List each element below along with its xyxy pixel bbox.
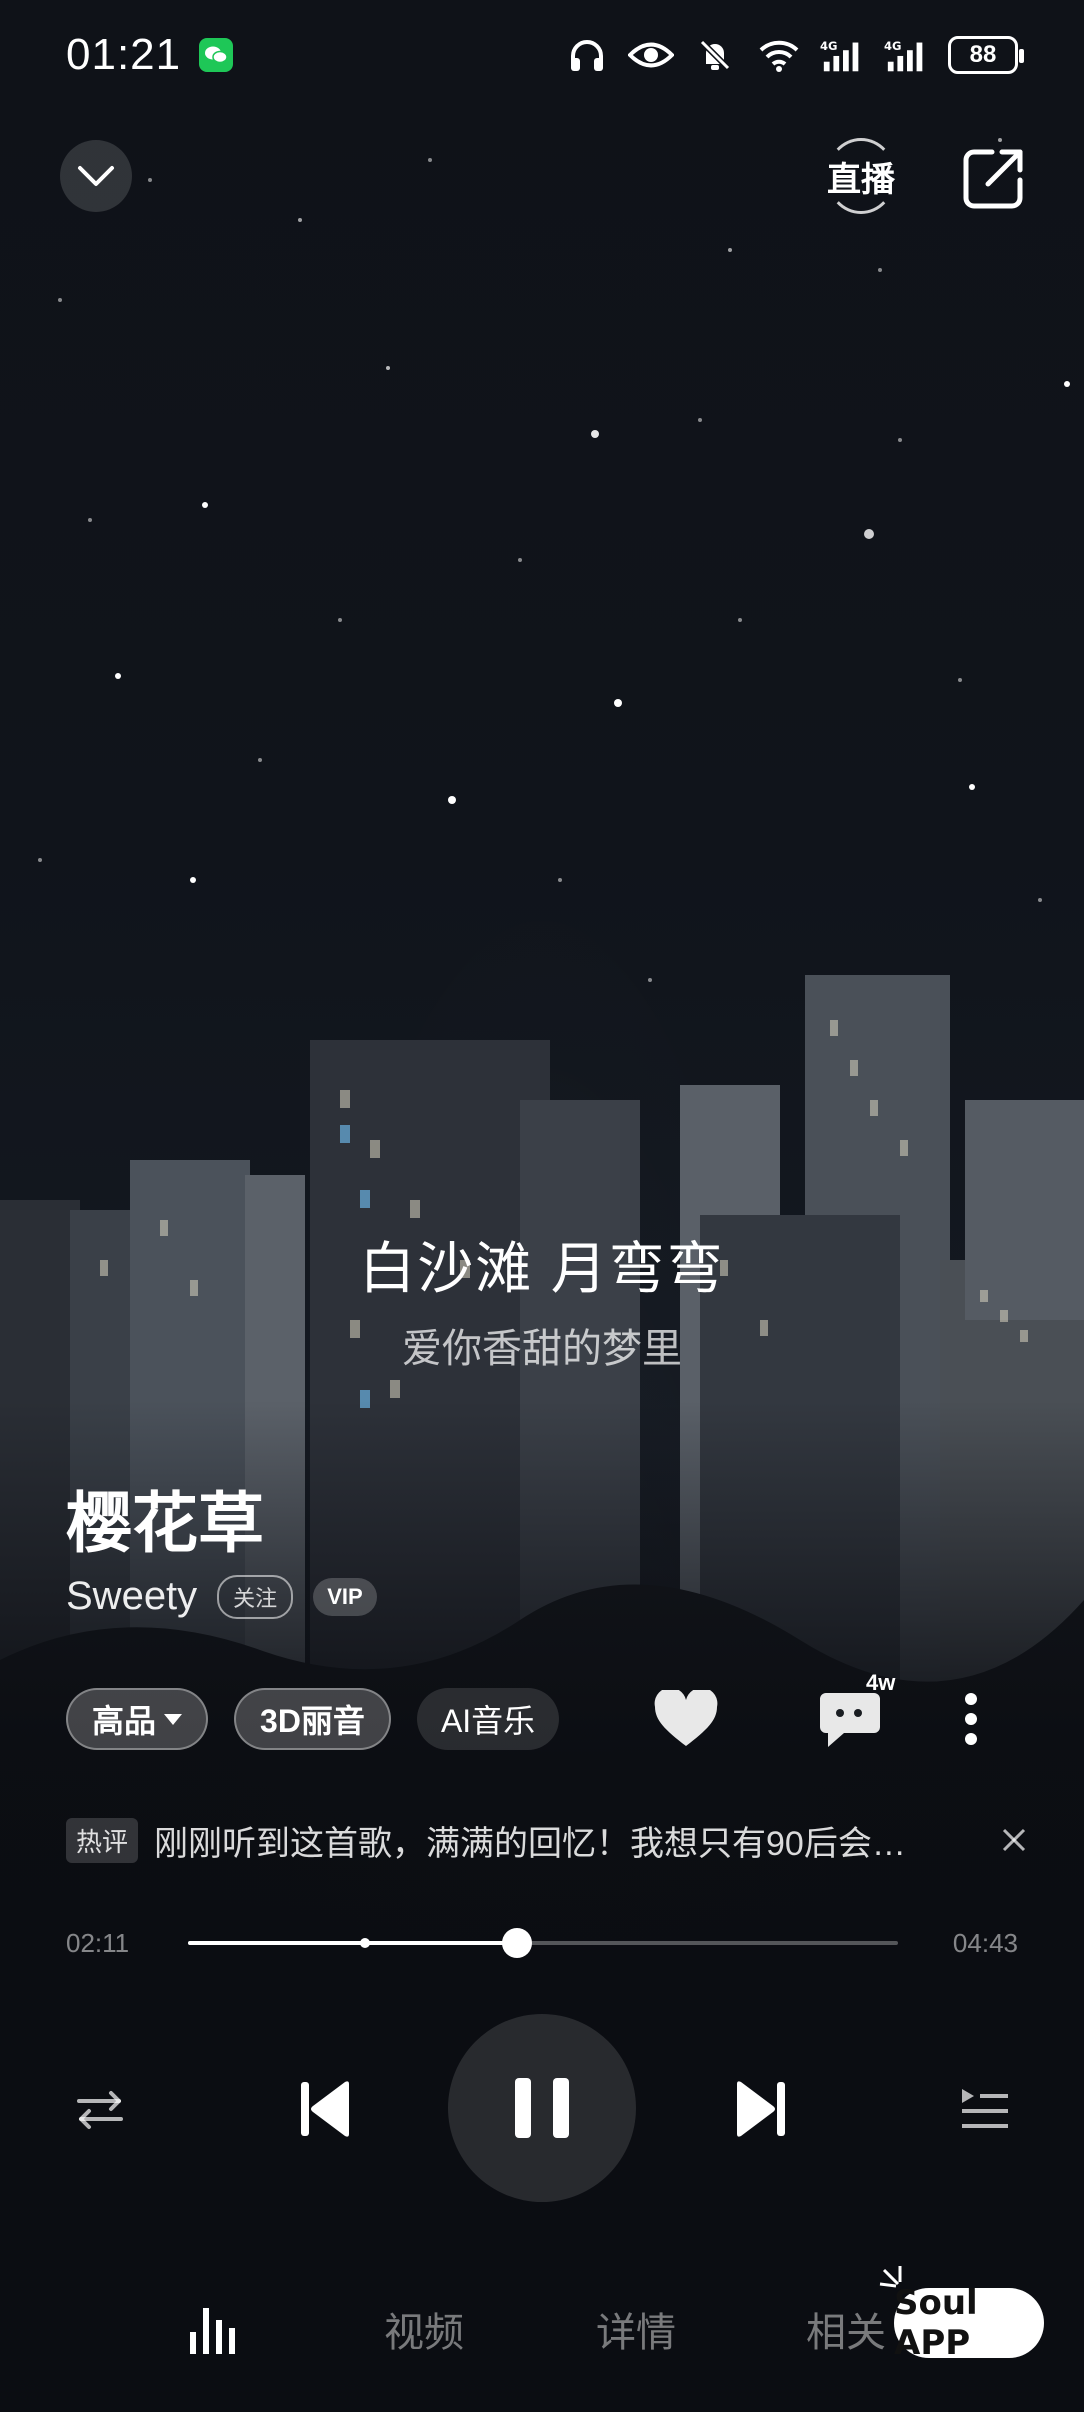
elapsed-time: 02:11	[66, 1928, 130, 1958]
wechat-notification-icon	[199, 38, 234, 72]
svg-text:4G: 4G	[820, 39, 837, 53]
player-top-bar: 直播	[0, 138, 1084, 220]
signal-4g-icon: 4G	[820, 37, 866, 73]
signal-4g-icon-2: 4G	[884, 37, 930, 73]
song-title: 樱花草	[66, 1486, 264, 1560]
next-track-button[interactable]	[730, 2078, 792, 2140]
close-icon	[1002, 1828, 1026, 1852]
vip-badge: VIP	[313, 1577, 377, 1616]
mute-bell-icon	[692, 37, 738, 73]
artist-row: Sweety 关注 VIP	[66, 1574, 377, 1619]
battery-indicator: 88	[948, 36, 1024, 74]
hot-comment-banner[interactable]: 热评 刚刚听到这首歌，满满的回忆！我想只有90后会…	[66, 1812, 1034, 1868]
status-time: 01:21	[66, 30, 182, 79]
share-button[interactable]	[962, 146, 1026, 210]
playlist-button[interactable]	[955, 2084, 1015, 2134]
playlist-icon	[962, 2089, 1008, 2128]
pause-icon	[515, 2078, 569, 2138]
hot-comment-text[interactable]: 刚刚听到这首歌，满满的回忆！我想只有90后会…	[154, 1816, 972, 1865]
progress-slider[interactable]	[188, 1928, 898, 1958]
comment-count: 4w	[866, 1670, 896, 1695]
live-button[interactable]: 直播	[822, 138, 900, 214]
live-ring-icon	[826, 138, 896, 214]
heart-icon	[654, 1690, 718, 1746]
audio-quality-selector[interactable]: 高品	[66, 1688, 209, 1750]
eye-comfort-icon	[628, 37, 674, 73]
tab-details[interactable]: 详情	[596, 2300, 676, 2358]
like-button[interactable]	[650, 1686, 722, 1752]
tab-player[interactable]	[188, 2306, 244, 2356]
playback-controls	[0, 2014, 1084, 2204]
close-hot-comment-button[interactable]	[994, 1820, 1034, 1860]
soul-app-watermark: Soul APP	[894, 2283, 1044, 2363]
repeat-icon	[77, 2091, 123, 2129]
previous-track-button[interactable]	[294, 2078, 356, 2140]
follow-artist-button[interactable]: 关注	[217, 1574, 294, 1619]
play-mode-button[interactable]	[70, 2084, 130, 2134]
ai-music-button[interactable]: AI音乐	[416, 1688, 560, 1750]
player-options-row: 高品 3D丽音 AI音乐 4w	[66, 1670, 1044, 1752]
chevron-down-icon	[78, 166, 114, 186]
total-time: 04:43	[952, 1928, 1018, 1958]
more-options-button[interactable]	[946, 1686, 996, 1752]
current-lyric-line[interactable]: 白沙滩 月弯弯	[0, 1224, 1084, 1305]
playback-progress: 02:11 04:43	[66, 1920, 1018, 1964]
next-lyric-line[interactable]: 爱你香甜的梦里	[0, 1316, 1084, 1374]
headphones-icon	[564, 37, 610, 73]
collapse-player-button[interactable]	[60, 140, 132, 212]
more-vertical-icon	[965, 1693, 977, 1745]
svg-text:4G: 4G	[884, 39, 901, 53]
share-icon	[963, 149, 1023, 209]
sound-effect-button[interactable]: 3D丽音	[234, 1688, 391, 1750]
skip-next-icon	[737, 2081, 785, 2137]
progress-thumb[interactable]	[501, 1928, 532, 1958]
progress-marker	[360, 1938, 370, 1948]
pause-button[interactable]	[448, 2014, 636, 2202]
status-bar: 01:21 4G 4G 88	[0, 0, 1084, 110]
skip-previous-icon	[301, 2081, 349, 2137]
tab-video[interactable]: 视频	[384, 2300, 464, 2358]
progress-fill	[188, 1941, 517, 1945]
tab-related[interactable]: 相关	[806, 2300, 886, 2358]
equalizer-icon	[190, 2308, 235, 2354]
comments-button[interactable]: 4w	[810, 1670, 895, 1752]
artist-name[interactable]: Sweety	[66, 1574, 197, 1619]
hot-comment-tag: 热评	[66, 1817, 139, 1863]
comment-bubble-icon	[820, 1693, 880, 1747]
audio-quality-label: 高品	[92, 1703, 157, 1739]
wifi-icon	[756, 37, 802, 73]
caret-down-icon	[164, 1713, 183, 1725]
